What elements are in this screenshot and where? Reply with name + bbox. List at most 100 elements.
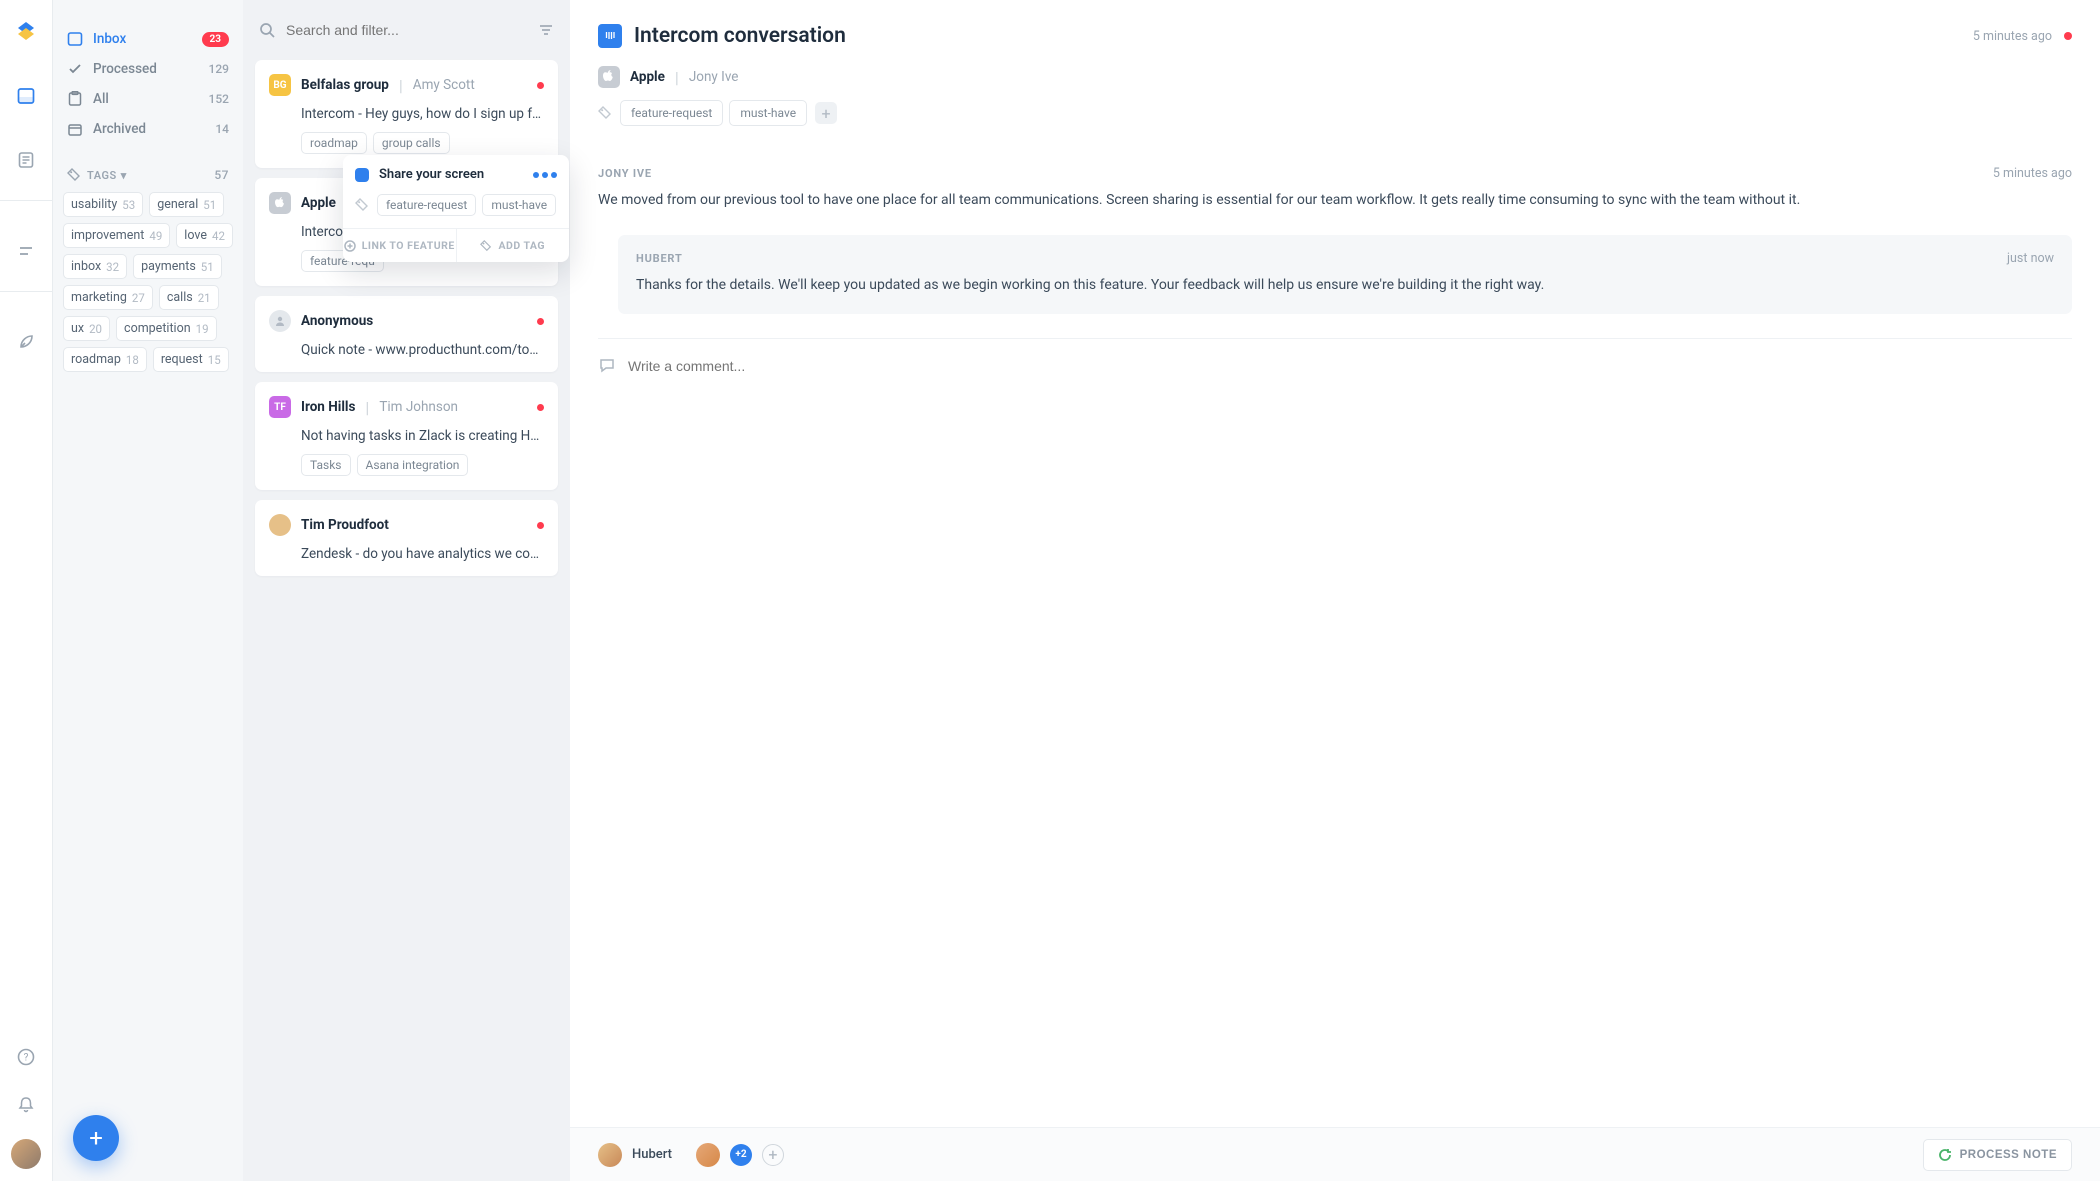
detail-person: Jony Ive [689,69,739,85]
owner-avatar [598,1143,622,1167]
chevron-down-icon[interactable]: ▾ [121,169,127,182]
tag-chip[interactable]: roadmap18 [63,347,147,372]
rail-leaf-icon[interactable] [12,328,40,356]
apple-icon [598,66,620,88]
tags-section-count: 57 [214,168,229,182]
detail-time: 5 minutes ago [1973,29,2052,44]
nav-icon [67,121,83,137]
intercom-icon [598,24,622,48]
nav-count: 14 [215,122,229,136]
note-card[interactable]: TF Iron Hills |Tim Johnson Not having ta… [255,382,558,490]
note-body: Intercom - Hey guys, how do I sign up fo… [301,106,544,122]
nav-item-processed[interactable]: Processed 129 [53,54,243,84]
tag-icon [598,106,612,120]
note-avatar: BG [269,74,291,96]
note-card[interactable]: BG Belfalas group |Amy Scott Intercom - … [255,60,558,168]
tag-chip[interactable]: payments51 [133,254,222,279]
unread-dot [537,318,544,325]
nav-item-label: Inbox [93,31,126,47]
detail-tag[interactable]: feature-request [620,100,723,126]
popover-title: Share your screen [379,167,523,182]
nav-item-label: All [93,91,109,107]
link-to-feature-button[interactable]: LINK TO FEATURE [343,229,456,262]
note-body: Not having tasks in Zlack is creating HU… [301,428,544,444]
bell-icon[interactable] [12,1091,40,1119]
rail-lines-icon[interactable] [12,237,40,265]
tag-chip[interactable]: calls21 [159,285,219,310]
message-time: 5 minutes ago [1993,166,2072,181]
unread-dot [537,522,544,529]
feature-popover: Share your screen feature-request must-ha… [343,155,569,262]
note-body: Zendesk - do you have analytics we could… [301,546,544,562]
add-tag-square-button[interactable]: + [815,102,837,124]
note-tag[interactable]: group calls [373,132,450,154]
nav-count: 152 [209,92,229,106]
popover-more-icon[interactable] [533,172,557,178]
refresh-icon [1938,1148,1952,1162]
rail-notes-icon[interactable] [12,146,40,174]
nav-item-inbox[interactable]: Inbox 23 [53,24,243,54]
note-avatar: TF [269,396,291,418]
assignee-extra-count[interactable]: +2 [730,1144,752,1166]
nav-item-all[interactable]: All 152 [53,84,243,114]
tag-chip[interactable]: request15 [153,347,229,372]
nav-badge: 23 [202,32,229,47]
feature-color-icon [355,168,369,182]
add-tag-button[interactable]: ADD TAG [456,229,570,262]
svg-text:?: ? [24,1053,29,1064]
assignee-avatar [696,1143,720,1167]
note-tag[interactable]: Asana integration [357,454,469,476]
note-person: Amy Scott [413,77,475,93]
note-person: Tim Johnson [379,399,458,415]
comment-input[interactable] [628,358,2072,374]
nav-item-archived[interactable]: Archived 14 [53,114,243,144]
tag-chip[interactable]: competition19 [116,316,217,341]
search-icon [259,22,276,39]
process-note-button[interactable]: PROCESS NOTE [1923,1139,2072,1171]
note-body: Quick note - www.producthunt.com/tools [301,342,544,358]
note-card[interactable]: Anonymous Quick note - www.producthunt.c… [255,296,558,372]
detail-tag[interactable]: must-have [729,100,807,126]
tag-chip[interactable]: inbox32 [63,254,127,279]
add-button[interactable]: + [73,1115,119,1161]
note-tag[interactable]: roadmap [301,132,367,154]
tag-icon [355,198,369,212]
nav-item-label: Processed [93,61,157,77]
search-input[interactable] [286,22,538,38]
nav-icon [67,61,83,77]
note-company: Anonymous [301,313,373,329]
nav-icon [67,31,83,47]
tag-icon [67,168,81,182]
help-icon[interactable]: ? [12,1043,40,1071]
owner-name: Hubert [632,1147,672,1162]
tag-chip[interactable]: improvement49 [63,223,170,248]
message-author: JONY IVE [598,167,652,180]
tag-chip[interactable]: marketing27 [63,285,153,310]
popover-tag[interactable]: feature-request [377,194,476,216]
tag-chip[interactable]: ux20 [63,316,110,341]
unread-dot [537,404,544,411]
comment-icon [598,357,616,375]
reply-author: HUBERT [636,252,683,265]
message-body: We moved from our previous tool to have … [598,189,2072,213]
nav-count: 129 [209,62,229,76]
note-tag[interactable]: Tasks [301,454,351,476]
tag-chip[interactable]: general51 [149,192,224,217]
logo-icon [12,18,40,46]
reply-body: Thanks for the details. We'll keep you u… [636,274,2054,298]
note-card[interactable]: Tim Proudfoot Zendesk - do you have anal… [255,500,558,576]
rail-inbox-icon[interactable] [12,82,40,110]
filter-icon[interactable] [538,22,554,38]
note-avatar [269,310,291,332]
user-avatar[interactable] [11,1139,41,1169]
detail-company: Apple [630,69,665,85]
note-company: Iron Hills [301,399,355,415]
note-avatar [269,514,291,536]
note-avatar [269,192,291,214]
reply-time: just now [2007,251,2054,266]
note-company: Tim Proudfoot [301,517,389,533]
tag-chip[interactable]: usability53 [63,192,143,217]
add-assignee-button[interactable]: + [762,1144,784,1166]
tag-chip[interactable]: love42 [176,223,233,248]
popover-tag[interactable]: must-have [482,194,556,216]
